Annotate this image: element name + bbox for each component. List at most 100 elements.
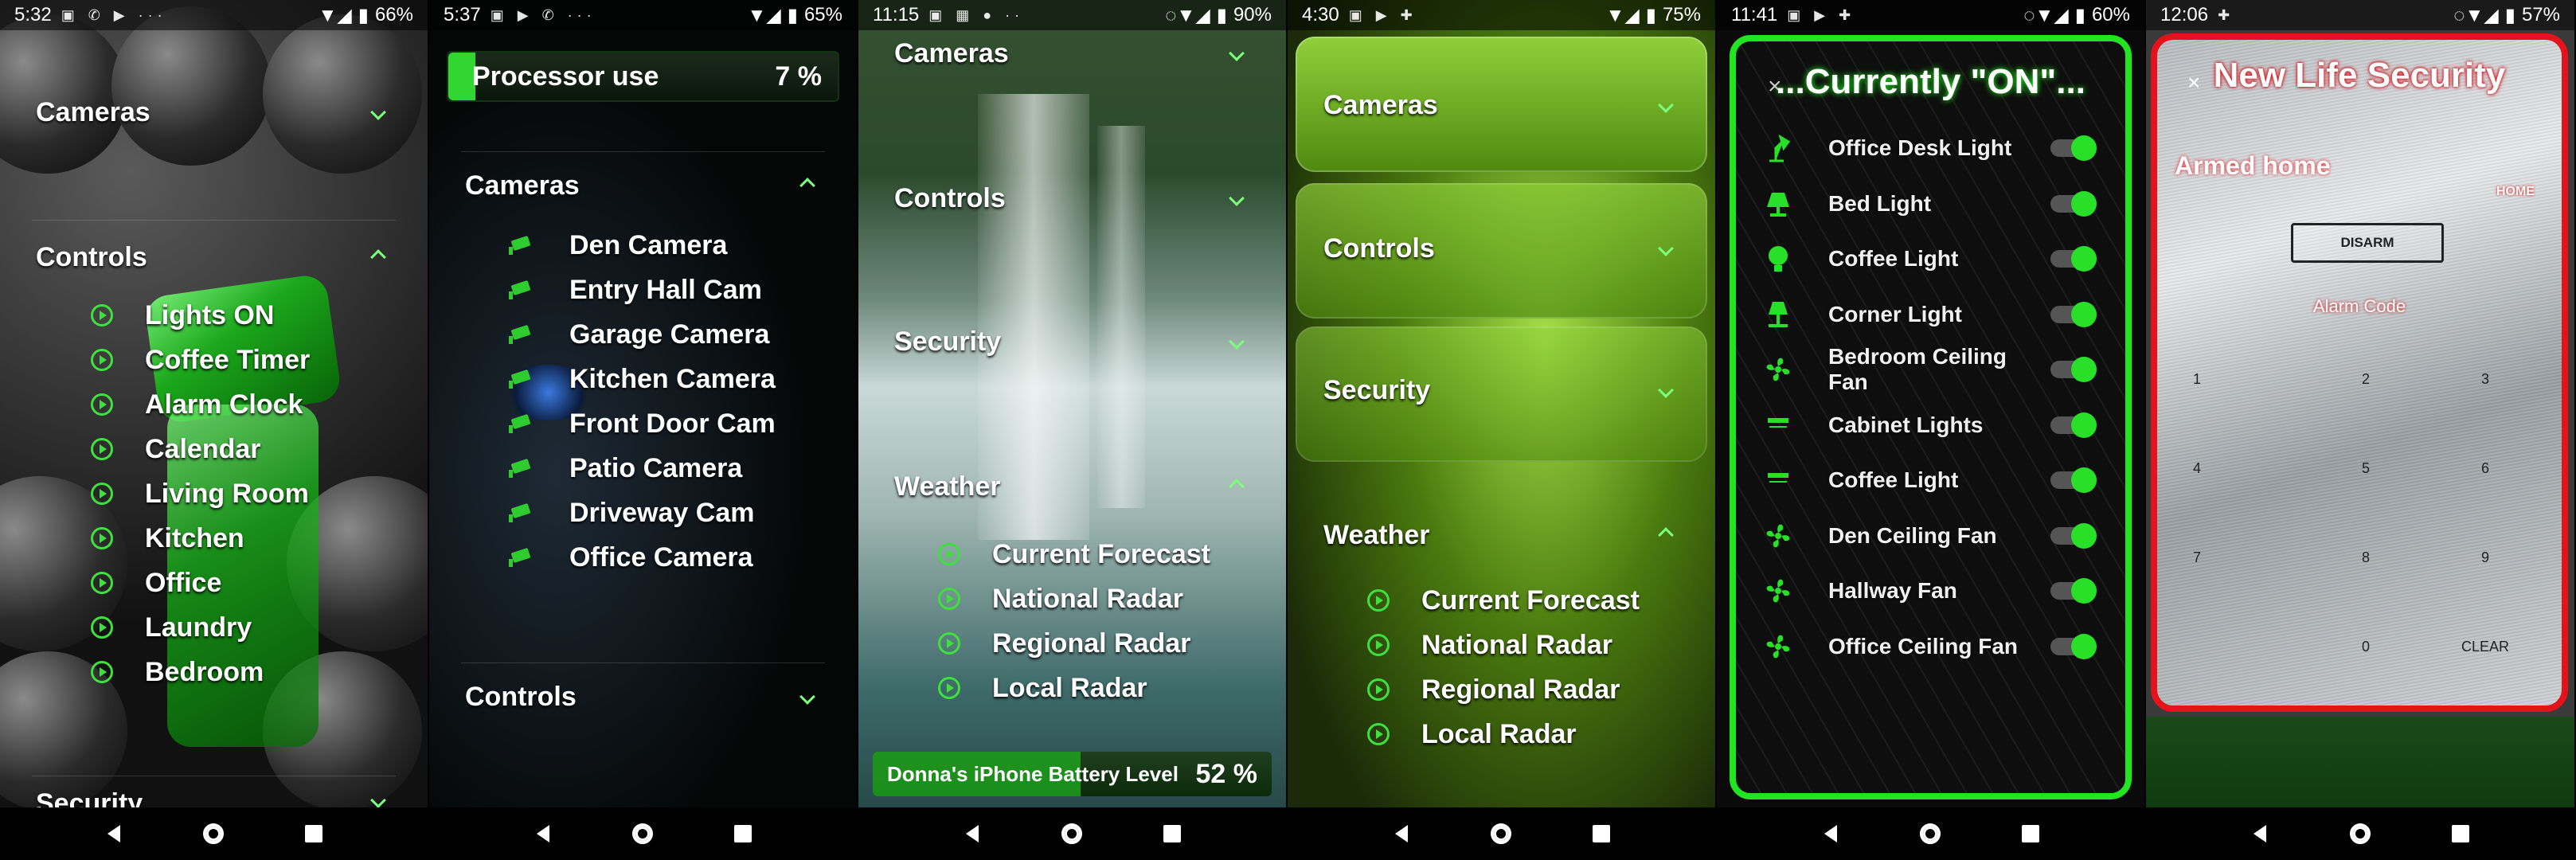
keypad-key-3[interactable]: 3 (2453, 371, 2517, 388)
list-item-alarm-clock[interactable]: Alarm Clock (0, 382, 428, 427)
device-toggle[interactable] (2050, 357, 2097, 382)
keypad-key-8[interactable]: 8 (2334, 549, 2398, 566)
camera-item-driveway[interactable]: Driveway Cam (429, 491, 857, 535)
keypad-key-4[interactable]: 4 (2165, 460, 2229, 477)
weather-item-local-radar[interactable]: Local Radar (1288, 712, 1715, 756)
back-button[interactable] (1390, 822, 1413, 846)
keypad-key-5[interactable]: 5 (2334, 460, 2398, 477)
recents-icon (2452, 825, 2469, 842)
recents-button[interactable] (302, 822, 326, 846)
home-button[interactable] (631, 822, 655, 846)
camera-icon (509, 504, 534, 522)
recents-button[interactable] (2019, 822, 2042, 846)
device-toggle[interactable] (2050, 522, 2097, 549)
floor-lamp-icon (1760, 299, 1796, 330)
device-row: Hallway Fan (1760, 572, 2097, 610)
device-toggle[interactable] (2050, 246, 2097, 272)
keypad-key-0[interactable]: 0 (2334, 639, 2398, 655)
list-item-living-room[interactable]: Living Room (0, 471, 428, 516)
camera-item-garage[interactable]: Garage Camera (429, 312, 857, 357)
keypad-key-9[interactable]: 9 (2453, 549, 2517, 566)
camera-item-den[interactable]: Den Camera (429, 223, 857, 268)
camera-item-patio[interactable]: Patio Camera (429, 446, 857, 491)
keypad-key-1[interactable]: 1 (2165, 371, 2229, 388)
section-cameras[interactable]: Cameras (1288, 73, 1715, 137)
device-toggle[interactable] (2050, 467, 2097, 493)
device-toggle[interactable] (2050, 633, 2097, 659)
keypad-key-2[interactable]: 2 (2334, 371, 2398, 388)
weather-item-national-radar[interactable]: National Radar (1288, 623, 1715, 667)
camera-item-kitchen[interactable]: Kitchen Camera (429, 357, 857, 401)
item-label: Laundry (145, 612, 252, 643)
recents-button[interactable] (1589, 822, 1613, 846)
device-toggle[interactable] (2050, 412, 2097, 438)
device-toggle[interactable] (2050, 301, 2097, 327)
weather-item-current-forecast[interactable]: Current Forecast (858, 532, 1286, 577)
section-controls[interactable]: Controls (0, 221, 428, 293)
list-item-calendar[interactable]: Calendar (0, 427, 428, 471)
processor-value: 7 % (775, 61, 822, 92)
home-button[interactable] (201, 822, 225, 846)
list-item-office[interactable]: Office (0, 561, 428, 605)
section-controls[interactable]: Controls (429, 661, 857, 733)
list-item-laundry[interactable]: Laundry (0, 605, 428, 650)
status-time: 5:32 (14, 4, 52, 25)
disarm-button[interactable]: DISARM (2291, 223, 2444, 263)
section-cameras[interactable]: Cameras (858, 25, 1286, 81)
home-button[interactable] (1060, 822, 1084, 846)
home-button[interactable] (1918, 822, 1942, 846)
list-item-bedroom[interactable]: Bedroom (0, 650, 428, 694)
back-button[interactable] (960, 822, 984, 846)
section-weather[interactable]: Weather (858, 459, 1286, 514)
device-toggle[interactable] (2050, 135, 2097, 161)
home-button[interactable] (1489, 822, 1513, 846)
back-button[interactable] (102, 822, 126, 846)
item-label: Alarm Clock (145, 389, 303, 420)
back-button[interactable] (1819, 822, 1843, 846)
list-item-lights-on[interactable]: Lights ON (0, 293, 428, 338)
item-label: Kitchen Camera (569, 363, 776, 394)
weather-item-national-radar[interactable]: National Radar (858, 577, 1286, 621)
play-circle-icon (938, 588, 960, 610)
recents-button[interactable] (731, 822, 755, 846)
device-name: Office Ceiling Fan (1828, 633, 2019, 659)
section-controls[interactable]: Controls (858, 170, 1286, 226)
device-toggle[interactable] (2050, 578, 2097, 604)
weather-item-local-radar[interactable]: Local Radar (858, 666, 1286, 710)
item-label: Den Camera (569, 229, 728, 260)
section-cameras[interactable]: Cameras (0, 76, 428, 148)
back-button[interactable] (2248, 822, 2272, 846)
signal-icon: ◌▼◢ (1165, 4, 1210, 26)
keypad-key-7[interactable]: 7 (2165, 549, 2229, 566)
device-name: Den Ceiling Fan (1828, 522, 1997, 548)
section-weather[interactable]: Weather (1288, 503, 1715, 567)
device-row: Office Ceiling Fan (1760, 627, 2097, 666)
status-right: ▼◢ ▮ 75% (1606, 4, 1701, 27)
back-button[interactable] (531, 822, 555, 846)
section-cameras[interactable]: Cameras (429, 150, 857, 221)
home-button[interactable] (2348, 822, 2372, 846)
play-circle-icon (938, 677, 960, 699)
camera-item-entry-hall[interactable]: Entry Hall Cam (429, 268, 857, 312)
camera-item-office[interactable]: Office Camera (429, 535, 857, 580)
weather-item-current-forecast[interactable]: Current Forecast (1288, 578, 1715, 623)
keypad-clear-button[interactable]: CLEAR (2453, 639, 2517, 655)
section-security[interactable]: Security (858, 314, 1286, 369)
device-toggle[interactable] (2050, 190, 2097, 217)
section-security[interactable]: Security (1288, 358, 1715, 422)
fan-icon (1760, 575, 1796, 607)
weather-item-regional-radar[interactable]: Regional Radar (1288, 667, 1715, 712)
list-item-coffee-timer[interactable]: Coffee Timer (0, 338, 428, 382)
notification-icons: ✚ (2218, 6, 2235, 23)
recents-button[interactable] (1160, 822, 1184, 846)
keypad-key-6[interactable]: 6 (2453, 460, 2517, 477)
section-controls[interactable]: Controls (1288, 217, 1715, 280)
item-label: Garage Camera (569, 319, 770, 350)
camera-item-front-door[interactable]: Front Door Cam (429, 401, 857, 446)
list-item-kitchen[interactable]: Kitchen (0, 516, 428, 561)
recents-button[interactable] (2449, 822, 2472, 846)
chevron-down-icon (370, 104, 386, 120)
play-circle-icon (91, 661, 113, 683)
lamp-icon (1760, 188, 1796, 220)
weather-item-regional-radar[interactable]: Regional Radar (858, 621, 1286, 666)
